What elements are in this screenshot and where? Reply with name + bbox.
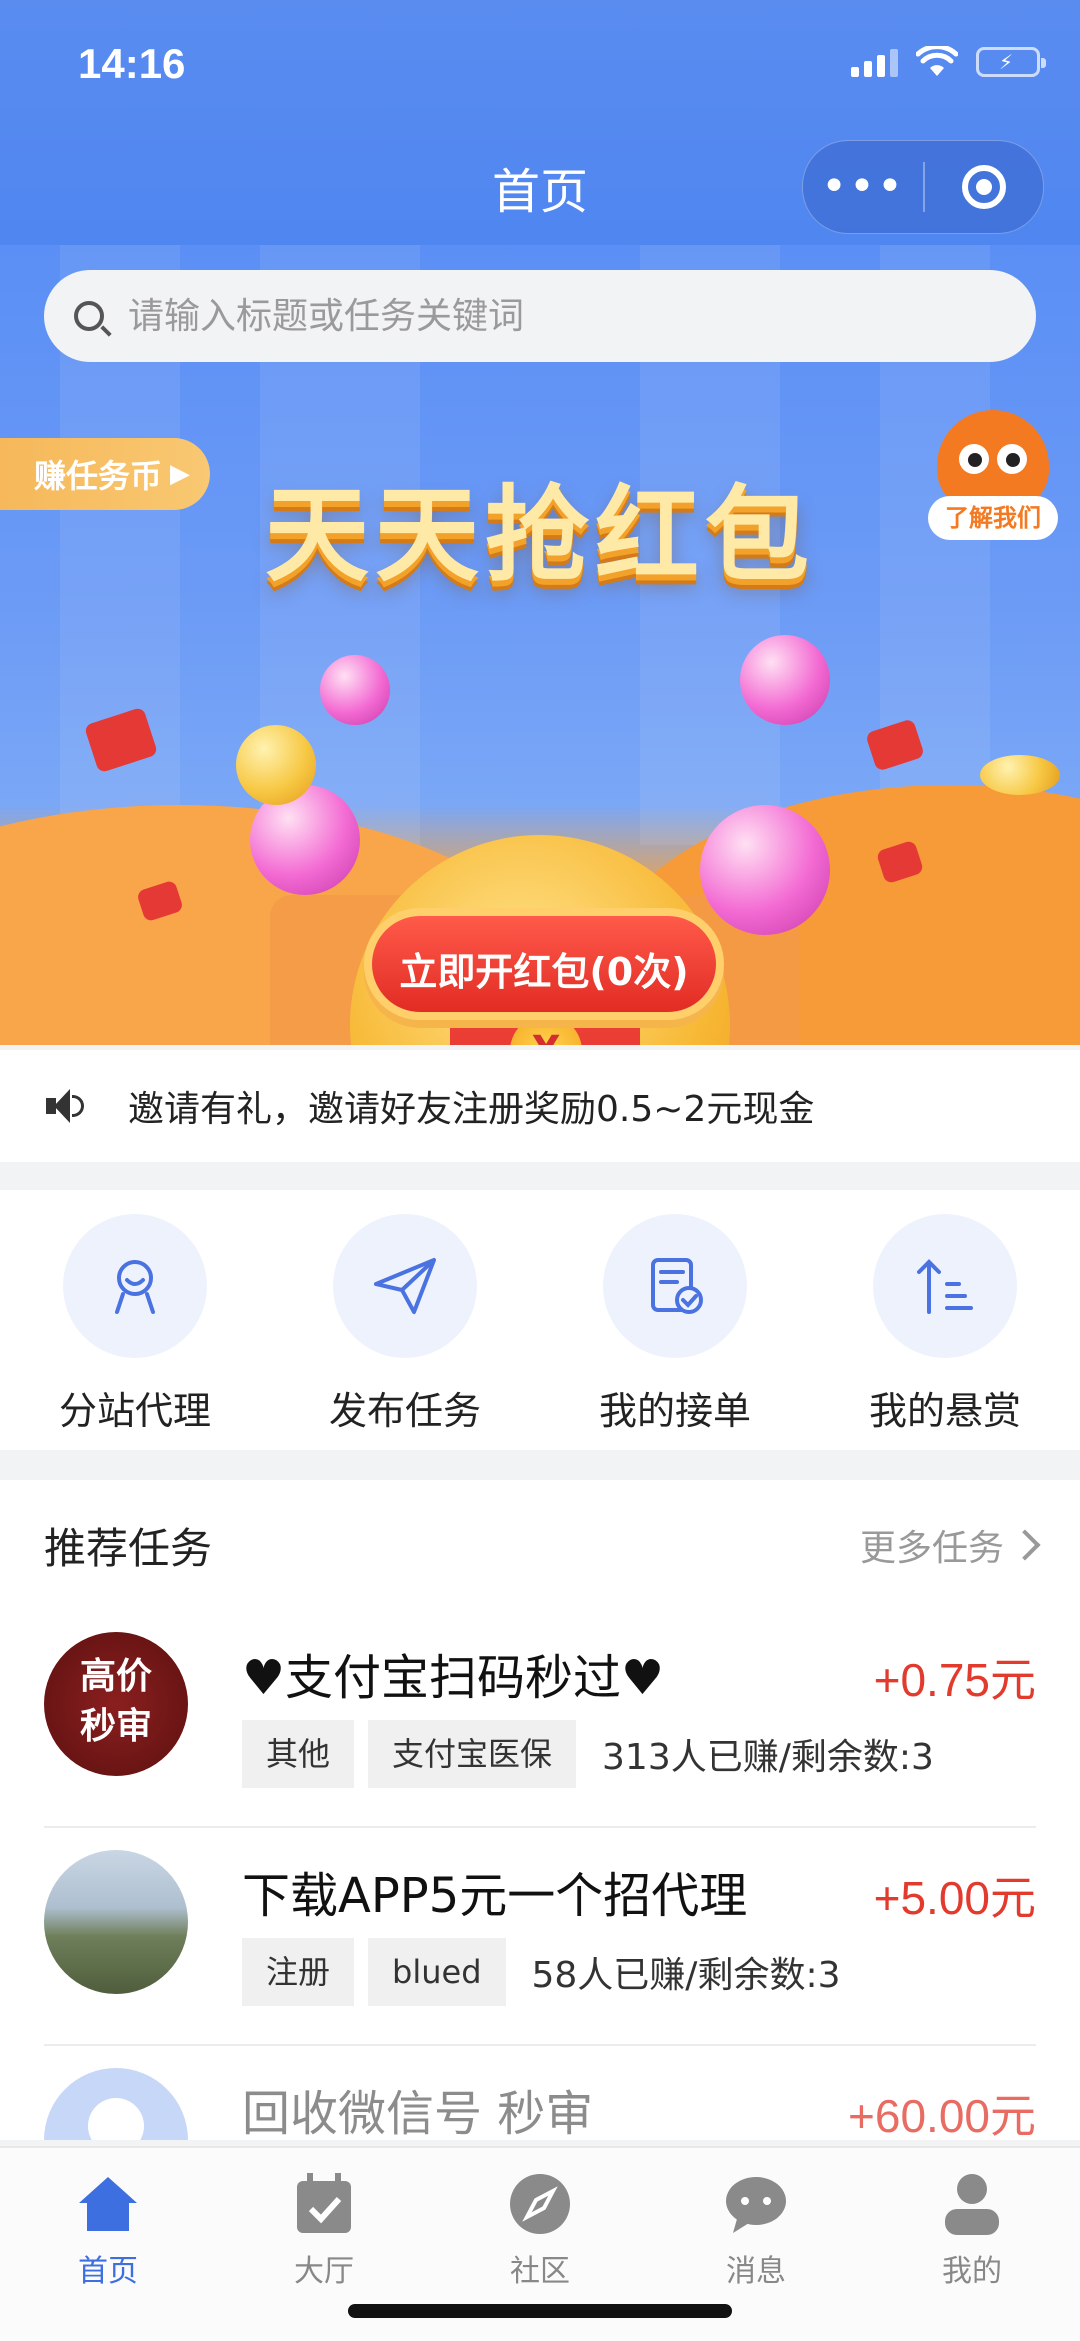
- calendar-check-icon: [288, 2168, 360, 2240]
- target-icon: [962, 165, 1006, 209]
- mascot-icon: [937, 410, 1049, 510]
- tab-label: 社区: [510, 2254, 570, 2289]
- decor-coin: [236, 725, 316, 805]
- tasks-header: 推荐任务 更多任务: [0, 1480, 1080, 1610]
- quick-entry-label: 我的接单: [598, 1389, 751, 1433]
- decor-ball: [700, 805, 830, 935]
- quick-entry-label: 我的悬赏: [868, 1389, 1021, 1433]
- quick-entries: 分站代理 发布任务 我的接单 我的悬赏: [0, 1190, 1080, 1450]
- task-tag: blued: [368, 1938, 506, 2006]
- avatar-text: 高价: [79, 1656, 152, 1697]
- notice-bar[interactable]: 邀请有礼，邀请好友注册奖励0.5~2元现金: [0, 1050, 1080, 1162]
- battery-icon: ⚡: [976, 47, 1046, 77]
- task-avatar: 高价 秒审: [44, 1632, 188, 1776]
- status-time: 14:16: [78, 40, 186, 87]
- notice-text: 邀请有礼，邀请好友注册奖励0.5~2元现金: [128, 1089, 815, 1130]
- agent-person-icon: [63, 1214, 207, 1358]
- section-title: 推荐任务: [44, 1523, 213, 1573]
- open-red-packet-button[interactable]: 立即开红包(0次): [364, 908, 724, 1020]
- speaker-icon: [46, 1087, 84, 1125]
- more-tasks-link[interactable]: 更多任务: [859, 1519, 1041, 1571]
- task-reward: +60.00元: [848, 2090, 1036, 2140]
- top-bar: 14:16 ⚡ 首页 •••: [0, 0, 1080, 245]
- task-tags: 其他 支付宝医保 313人已赚/剩余数:3: [242, 1720, 934, 1788]
- chevron-right-icon: [1009, 1529, 1041, 1561]
- task-item[interactable]: 下载APP5元一个招代理 +5.00元 注册 blued 58人已赚/剩余数:3: [44, 1828, 1036, 2046]
- earn-coins-tag[interactable]: 赚任务币 ▶: [0, 438, 210, 510]
- task-title: ♥支付宝扫码秒过♥: [242, 1650, 665, 1706]
- task-tags: 注册 blued 58人已赚/剩余数:3: [242, 1938, 840, 2006]
- decor-coin: [980, 755, 1060, 795]
- quick-entry-label: 发布任务: [328, 1389, 481, 1433]
- task-avatar: [44, 2068, 188, 2140]
- task-tag: 注册: [242, 1938, 355, 2006]
- search-bar[interactable]: [44, 270, 1036, 362]
- recommended-tasks: 推荐任务 更多任务 高价 秒审 ♥支付宝扫码秒过♥ +0.75元 其他 支付宝医…: [0, 1480, 1080, 2140]
- decor-ball: [740, 635, 830, 725]
- decor-ball: [320, 655, 390, 725]
- tab-label: 大厅: [294, 2254, 354, 2289]
- tab-label: 消息: [726, 2254, 786, 2289]
- quick-entry-label: 分站代理: [58, 1389, 211, 1433]
- tab-profile[interactable]: 我的: [864, 2148, 1080, 2341]
- default-user-icon: [88, 2098, 144, 2140]
- tab-label: 首页: [78, 2254, 138, 2289]
- task-tag: 其他: [242, 1720, 355, 1788]
- task-item[interactable]: 高价 秒审 ♥支付宝扫码秒过♥ +0.75元 其他 支付宝医保 313人已赚/剩…: [44, 1610, 1036, 1828]
- about-us-button[interactable]: 了解我们: [928, 410, 1058, 540]
- more-icon[interactable]: •••: [803, 165, 923, 209]
- avatar-text: 秒审: [79, 1706, 152, 1747]
- signal-icon: [851, 47, 898, 77]
- sort-ascending-icon: [873, 1214, 1017, 1358]
- wifi-icon: [916, 46, 958, 76]
- about-us-label: 了解我们: [928, 496, 1058, 540]
- task-tag: 支付宝医保: [368, 1720, 577, 1788]
- home-indicator: [348, 2304, 732, 2318]
- task-stats: 313人已赚/剩余数:3: [602, 1737, 934, 1778]
- triangle-right-icon: ▶: [170, 459, 191, 489]
- task-title: 回收微信号 秒审: [242, 2086, 594, 2140]
- quick-entry-agent[interactable]: 分站代理: [0, 1190, 270, 1450]
- task-stats: 58人已赚/剩余数:3: [531, 1955, 841, 1996]
- more-tasks-label: 更多任务: [859, 1528, 1004, 1569]
- status-icons: ⚡: [851, 46, 1046, 78]
- chat-bubble-icon: [720, 2168, 792, 2240]
- task-reward: +5.00元: [873, 1872, 1036, 1924]
- close-target-button[interactable]: [925, 165, 1043, 209]
- task-title: 下载APP5元一个招代理: [242, 1868, 748, 1924]
- task-avatar: [44, 1850, 188, 1994]
- tab-home[interactable]: 首页: [0, 2148, 216, 2341]
- task-reward: +0.75元: [873, 1654, 1036, 1706]
- quick-entry-publish[interactable]: 发布任务: [270, 1190, 540, 1450]
- compass-icon: [504, 2168, 576, 2240]
- mini-program-capsule: •••: [802, 140, 1044, 234]
- order-check-icon: [603, 1214, 747, 1358]
- task-item[interactable]: 回收微信号 秒审 +60.00元: [44, 2046, 1036, 2140]
- paper-plane-icon: [333, 1214, 477, 1358]
- search-icon: [74, 301, 104, 331]
- quick-entry-my-rewards[interactable]: 我的悬赏: [810, 1190, 1080, 1450]
- home-icon: [72, 2168, 144, 2240]
- tab-label: 我的: [942, 2254, 1002, 2289]
- search-input[interactable]: [126, 294, 980, 338]
- quick-entry-my-orders[interactable]: 我的接单: [540, 1190, 810, 1450]
- earn-coins-label: 赚任务币: [34, 457, 163, 495]
- user-icon: [936, 2168, 1008, 2240]
